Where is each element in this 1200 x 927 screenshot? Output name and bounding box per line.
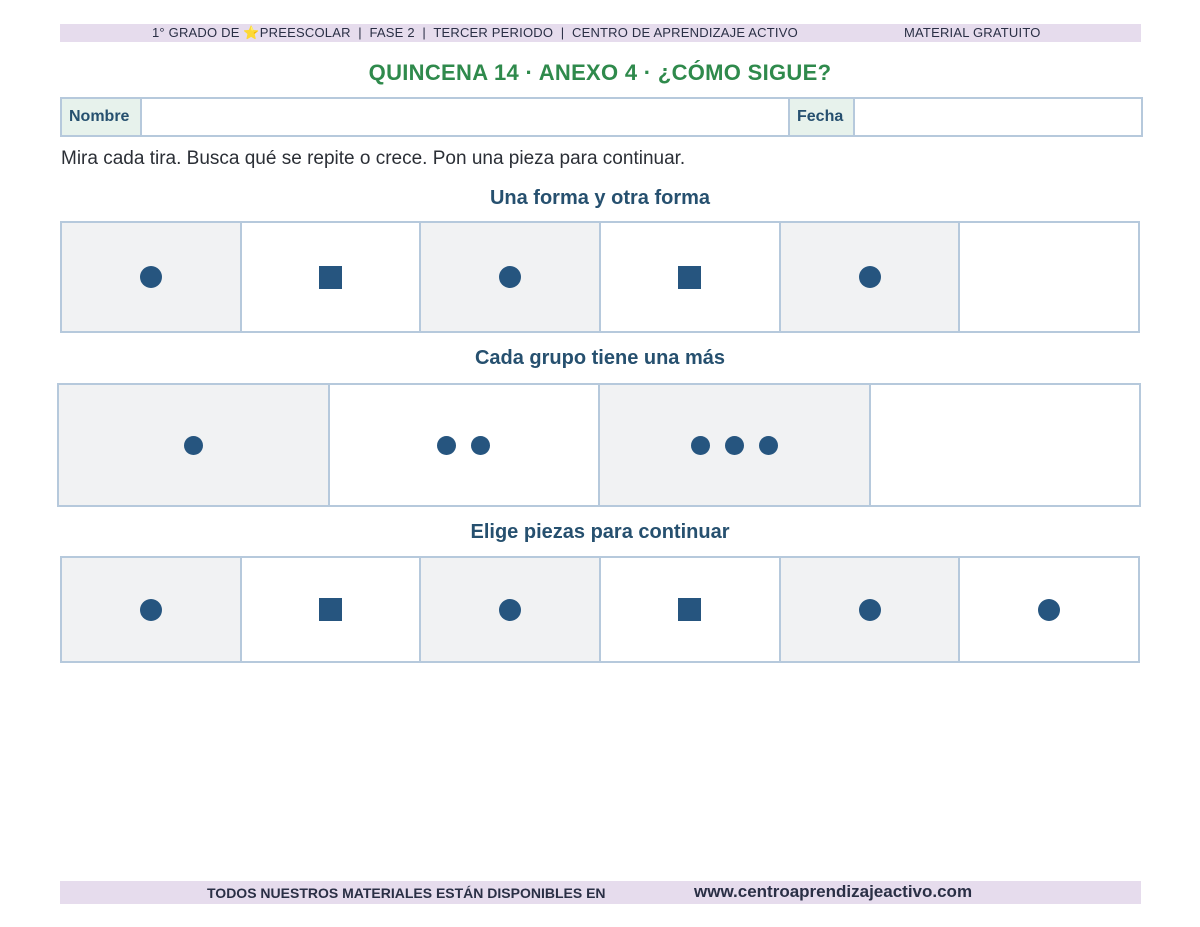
date-label: Fecha	[790, 99, 855, 135]
circle-icon	[183, 435, 203, 455]
page-title: QUINCENA 14 · ANEXO 4 · ¿CÓMO SIGUE?	[368, 60, 832, 85]
name-field[interactable]	[142, 99, 790, 135]
pattern-cell	[960, 558, 1138, 661]
section-title-3: Elige piezas para continuar	[470, 521, 730, 543]
section-title-1: Una forma y otra forma	[489, 187, 711, 209]
date-field[interactable]	[855, 99, 1141, 135]
name-label: Nombre	[62, 99, 142, 135]
pattern-cell	[601, 223, 781, 331]
circle-icon	[499, 266, 522, 288]
pattern-cell	[242, 223, 422, 331]
pattern-cell	[601, 558, 781, 661]
header-prefix: 1° GRADO DE	[152, 25, 244, 40]
answer-cell[interactable]	[871, 385, 1140, 505]
pattern-cell	[62, 558, 242, 661]
footer-text: TODOS NUESTROS MATERIALES ESTÁN DISPONIB…	[207, 885, 606, 901]
pattern-cell	[59, 385, 330, 505]
pattern-cell	[421, 223, 602, 331]
pattern-cell	[780, 558, 961, 661]
header-suffix: PREESCOLAR | FASE 2 | TERCER PERIODO | C…	[259, 25, 798, 40]
name-date-row: Nombre Fecha	[60, 97, 1143, 137]
pattern-cell	[780, 223, 961, 331]
pattern-cell	[62, 223, 242, 331]
circle-icon	[758, 435, 778, 455]
pattern-cell	[330, 385, 600, 505]
square-icon	[678, 265, 702, 289]
section-title-2: Cada grupo tiene una más	[474, 347, 726, 369]
pattern-strip-1	[60, 221, 1140, 333]
pattern-strip-2	[57, 383, 1141, 507]
header-bar: 1° GRADO DE ⭐PREESCOLAR | FASE 2 | TERCE…	[60, 24, 1141, 42]
circle-icon	[690, 435, 710, 455]
pattern-strip-3	[60, 556, 1140, 663]
header-left-text: 1° GRADO DE ⭐PREESCOLAR | FASE 2 | TERCE…	[152, 25, 798, 41]
footer-bar: TODOS NUESTROS MATERIALES ESTÁN DISPONIB…	[60, 881, 1141, 904]
circle-icon	[499, 598, 522, 621]
answer-cell[interactable]	[960, 223, 1138, 331]
circle-icon	[139, 266, 162, 288]
circle-icon	[858, 266, 881, 288]
circle-icon	[724, 435, 744, 455]
pattern-cell	[421, 558, 602, 661]
instructions: Mira cada tira. Busca qué se repite o cr…	[61, 148, 686, 169]
footer-url[interactable]: www.centroaprendizajeactivo.com	[694, 882, 972, 902]
pattern-cell	[242, 558, 422, 661]
circle-icon	[1038, 598, 1061, 621]
square-icon	[319, 598, 342, 621]
square-icon	[678, 598, 702, 621]
pattern-cell	[600, 385, 871, 505]
header-right-text: MATERIAL GRATUITO	[904, 25, 1041, 40]
circle-icon	[437, 435, 457, 455]
circle-icon	[139, 598, 162, 621]
star-icon: ⭐	[243, 25, 260, 40]
circle-icon	[471, 435, 491, 455]
circle-icon	[858, 598, 881, 621]
square-icon	[319, 265, 342, 289]
